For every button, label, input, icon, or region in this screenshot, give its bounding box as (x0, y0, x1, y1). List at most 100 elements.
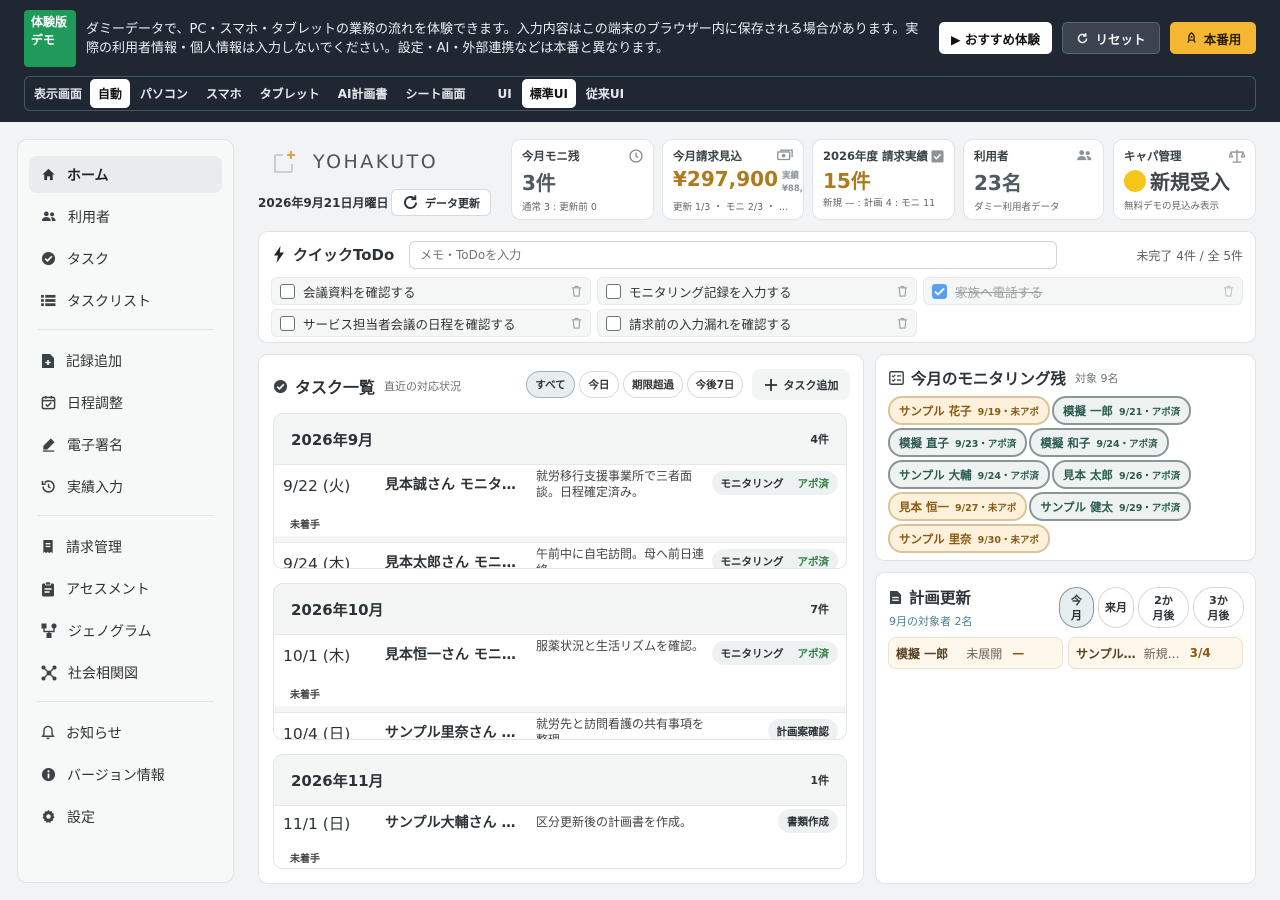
sidebar-item-settings[interactable]: 設定 (29, 798, 222, 835)
task-row[interactable]: 10/1 (木) 見本恒一さん モニタリング 服薬状況と生活リズムを確認。 モニ… (274, 634, 846, 706)
bell-icon (41, 725, 55, 740)
stat-sub: 通常 3 : 更新前 0 (522, 202, 597, 213)
period-2-months-later[interactable]: 2か月後 (1138, 587, 1189, 628)
todo-item[interactable]: 会議資料を確認する (271, 277, 591, 305)
period-this-month[interactable]: 今月 (1059, 587, 1094, 628)
task-list-header: タスク一覧 直近の対応状況 (273, 374, 461, 398)
stat-card-annual-billing[interactable]: 2026年度 請求実績 15件 新規 — : 計画 4 : モニ 11 (812, 139, 955, 220)
trash-icon[interactable] (571, 285, 582, 297)
stat-card-capacity[interactable]: キャパ管理 新規受入 無料デモの見込み表示 (1113, 139, 1256, 220)
add-task-button[interactable]: タスク追加 (752, 369, 850, 400)
stat-card-users[interactable]: 利用者 23名 ダミー利用者データ (963, 139, 1104, 220)
sidebar-item-schedule[interactable]: 日程調整 (29, 384, 222, 421)
monitoring-chip[interactable]: 模擬 和子 9/24・アポ済 (1029, 428, 1169, 457)
mode-tab-auto[interactable]: 自動 (90, 79, 131, 108)
sidebar-item-users[interactable]: 利用者 (29, 198, 222, 235)
plan-item-name: サンプル… (1076, 646, 1136, 661)
plan-item[interactable]: 模擬 一郎 未展開 — (888, 637, 1063, 669)
mode-tab-sheet[interactable]: シート画面 (397, 79, 473, 108)
monitoring-chip[interactable]: サンプル 里奈 9/30・未アポ (888, 524, 1050, 553)
recommend-tour-button[interactable]: ▶ おすすめ体験 (939, 22, 1052, 54)
sidebar-item-assessment[interactable]: アセスメント (29, 570, 222, 607)
mode-tab-ui[interactable]: UI (489, 81, 519, 107)
clipboard-icon (41, 581, 55, 597)
task-row[interactable]: 9/22 (火) 見本誠さん モニタリング 就労移行支援事業所で三者面談。日程確… (274, 464, 846, 536)
filter-all[interactable]: すべて (526, 371, 575, 398)
trash-icon[interactable] (897, 317, 908, 329)
monitoring-chip[interactable]: サンプル 健太 9/29・アポ済 (1029, 492, 1192, 521)
data-refresh-button[interactable]: データ更新 (391, 189, 491, 216)
monitoring-chip[interactable]: サンプル 大輔 9/24・アポ済 (888, 460, 1050, 489)
mode-tab-ai-plan[interactable]: AI計画書 (330, 79, 396, 108)
sidebar-item-home[interactable]: ホーム (29, 156, 222, 193)
todo-checkbox[interactable] (280, 315, 295, 331)
sidebar-item-genogram[interactable]: ジェノグラム (29, 612, 222, 649)
todo-checkbox[interactable] (606, 315, 621, 331)
month-count: 1件 (810, 774, 829, 787)
mode-tab-smartphone[interactable]: スマホ (198, 79, 250, 108)
filter-overdue[interactable]: 期限超過 (623, 371, 683, 398)
monitoring-chip[interactable]: サンプル 花子 9/19・未アポ (888, 396, 1050, 425)
period-3-months-later[interactable]: 3か月後 (1193, 587, 1244, 628)
mode-tab-legacy-ui[interactable]: 従来UI (578, 79, 632, 108)
stat-label: 2026年度 請求実績 (823, 149, 929, 163)
monitoring-chip[interactable]: 見本 恒一 9/27・未アポ (888, 492, 1028, 521)
monitoring-chip[interactable]: 模擬 直子 9/23・アポ済 (888, 428, 1028, 457)
production-button[interactable]: 本番用 (1170, 22, 1256, 54)
monitoring-chip[interactable]: 模擬 一郎 9/21・アポ済 (1051, 396, 1192, 425)
filter-today[interactable]: 今日 (579, 371, 619, 398)
document-icon (889, 590, 902, 605)
stat-label: 今月請求見込 (673, 149, 742, 163)
monitoring-title: 今月のモニタリング残 (911, 370, 1067, 388)
sidebar-item-tasks[interactable]: タスク (29, 240, 222, 277)
monitoring-subtitle: 対象 9名 (1075, 372, 1119, 385)
month-count: 4件 (810, 433, 829, 446)
todo-text: サービス担当者会議の日程を確認する (303, 316, 516, 332)
stat-sub: 更新 1/3 ・ モニ 2/3 ・ … (673, 202, 789, 213)
todo-input[interactable] (409, 241, 1057, 269)
todo-count: 未完了 4件 / 全 5件 (1136, 249, 1243, 263)
genogram-icon (41, 623, 57, 638)
trash-icon[interactable] (1223, 285, 1234, 297)
todo-item[interactable]: サービス担当者会議の日程を確認する (271, 309, 591, 337)
todo-checkbox-checked[interactable] (932, 283, 947, 299)
mode-tab-pc[interactable]: パソコン (132, 79, 196, 108)
stat-card-billing-forecast[interactable]: 今月請求見込 ¥297,900 実績 ¥88,40 更新 1/3 ・ モニ 2/… (662, 139, 804, 220)
chip-detail: 9/29・アポ済 (1119, 502, 1181, 514)
stat-card-monitoring-remaining[interactable]: 今月モニ残 3件 通常 3 : 更新前 0 (511, 139, 654, 220)
task-name: サンプル大輔さん 書類作成 (385, 815, 525, 831)
task-row[interactable]: 10/4 (日) サンプル里奈さん 計画案確認 就労先と訪問看護の共有事項を整理… (274, 712, 846, 739)
task-row[interactable]: 9/24 (木) 見本太郎さん モニタリング 午前中に自宅訪問。母へ前日連絡。 … (274, 542, 846, 568)
task-tags: モニタリング アポ済 (711, 471, 838, 495)
sidebar-item-ecomap[interactable]: 社会相関図 (29, 654, 222, 691)
app-logo[interactable]: YOHAKUTO (271, 149, 438, 175)
monitoring-chip[interactable]: 見本 太郎 9/26・アポ済 (1051, 460, 1192, 489)
data-refresh-label: データ更新 (425, 196, 480, 210)
todo-item[interactable]: モニタリング記録を入力する (597, 277, 917, 305)
sidebar-item-label: タスク (67, 251, 109, 268)
filter-next-7-days[interactable]: 今後7日 (687, 371, 743, 398)
mode-tab-standard-ui[interactable]: 標準UI (521, 79, 576, 108)
todo-item[interactable]: 請求前の入力漏れを確認する (597, 309, 917, 337)
trash-icon[interactable] (897, 285, 908, 297)
sidebar-item-e-signature[interactable]: 電子署名 (29, 426, 222, 463)
period-next-month[interactable]: 来月 (1098, 587, 1134, 628)
month-group: 2026年11月 1件 11/1 (日) サンプル大輔さん 書類作成 区分更新後… (273, 754, 847, 869)
todo-item[interactable]: 家族へ電話する (923, 277, 1243, 305)
todo-checkbox[interactable] (606, 283, 621, 299)
todo-checkbox[interactable] (280, 283, 295, 299)
plan-item[interactable]: サンプル… 新規… 3/4 (1068, 637, 1243, 669)
chip-name: 模擬 一郎 (1062, 403, 1113, 418)
sidebar-item-performance-input[interactable]: 実績入力 (29, 468, 222, 505)
trash-icon[interactable] (571, 317, 582, 329)
sidebar-item-task-list[interactable]: タスクリスト (29, 282, 222, 319)
sidebar-item-add-record[interactable]: 記録追加 (29, 342, 222, 379)
check-circle-icon (273, 379, 288, 394)
mode-tab-tablet[interactable]: タブレット (252, 79, 328, 108)
task-row[interactable]: 11/1 (日) サンプル大輔さん 書類作成 区分更新後の計画書を作成。 書類作… (274, 805, 846, 868)
task-name: 見本誠さん モニタリング (385, 477, 525, 493)
reset-button[interactable]: リセット (1062, 22, 1160, 54)
sidebar-item-version-info[interactable]: バージョン情報 (29, 756, 222, 793)
sidebar-item-notifications[interactable]: お知らせ (29, 714, 222, 751)
sidebar-item-billing[interactable]: 請求管理 (29, 528, 222, 565)
